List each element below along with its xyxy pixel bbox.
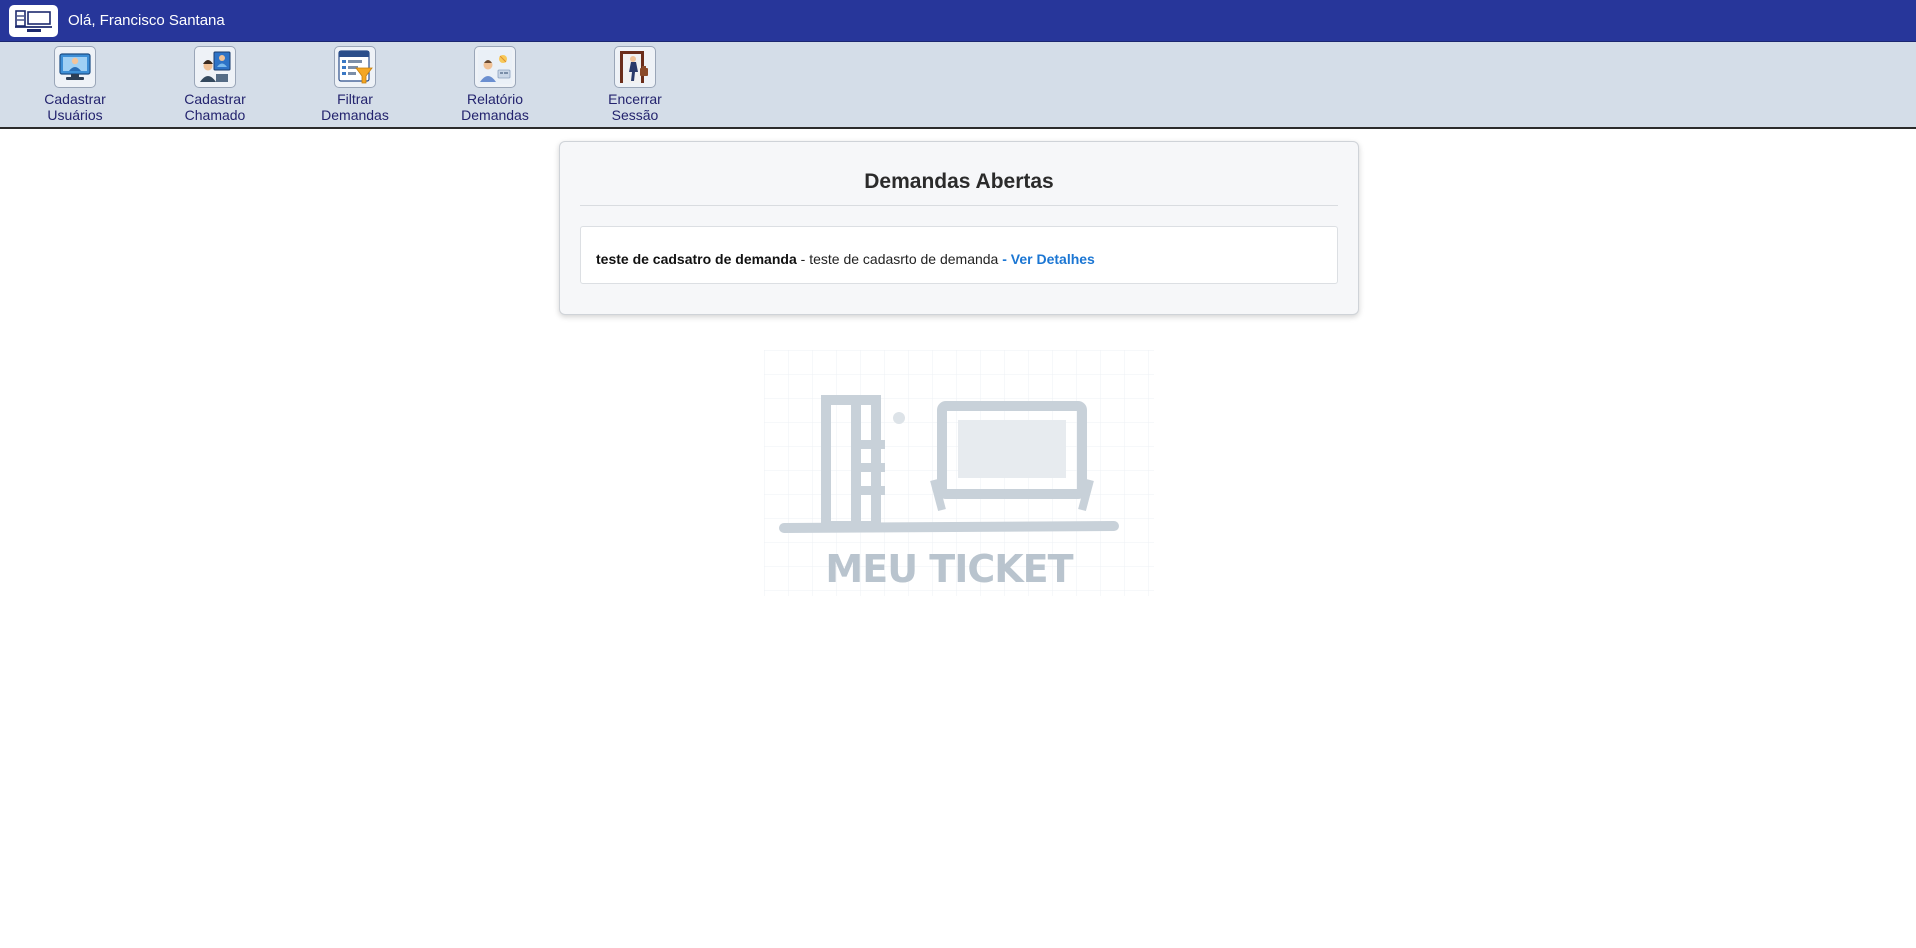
nav-cadastrar-chamado[interactable]: Cadastrar Chamado: [155, 46, 275, 123]
list-item: teste de cadsatro de demanda - teste de …: [580, 226, 1338, 284]
demand-separator: -: [796, 251, 810, 267]
nav-label: Cadastrar Chamado: [184, 91, 246, 123]
meu-ticket-logo-icon: [14, 9, 52, 32]
exit-door-icon: [614, 46, 656, 88]
user-computer-icon: [54, 46, 96, 88]
demand-title: teste de cadsatro de demanda: [596, 251, 797, 267]
nav-label: Relatório Demandas: [461, 91, 529, 123]
support-call-icon: [194, 46, 236, 88]
nav-label: Encerrar Sessão: [608, 91, 662, 123]
nav-cadastrar-usuarios[interactable]: Cadastrar Usuários: [15, 46, 135, 123]
watermark-text: MEU TICKET: [825, 547, 1073, 591]
meu-ticket-logo-icon: MEU TICKET: [764, 350, 1154, 596]
main-toolbar: Cadastrar Usuários Cadastrar Chamado Fil…: [0, 42, 1916, 129]
watermark: MEU TICKET: [764, 350, 1154, 596]
divider: [580, 205, 1338, 206]
nav-encerrar-sessao[interactable]: Encerrar Sessão: [575, 46, 695, 123]
page-title: Demandas Abertas: [864, 170, 1054, 193]
top-header-bar: Olá, Francisco Santana: [0, 0, 1916, 42]
view-details-link[interactable]: - Ver Detalhes: [998, 251, 1095, 267]
nav-label: Cadastrar Usuários: [44, 91, 106, 123]
nav-label: Filtrar Demandas: [321, 91, 389, 123]
user-greeting: Olá, Francisco Santana: [68, 12, 225, 29]
logo[interactable]: [9, 4, 58, 37]
filter-list-icon: [334, 46, 376, 88]
report-person-icon: [474, 46, 516, 88]
nav-filtrar-demandas[interactable]: Filtrar Demandas: [295, 46, 415, 123]
nav-relatorio-demandas[interactable]: Relatório Demandas: [435, 46, 555, 123]
demand-description: teste de cadasrto de demanda: [809, 251, 999, 267]
open-demands-card: Demandas Abertas teste de cadsatro de de…: [559, 141, 1359, 315]
